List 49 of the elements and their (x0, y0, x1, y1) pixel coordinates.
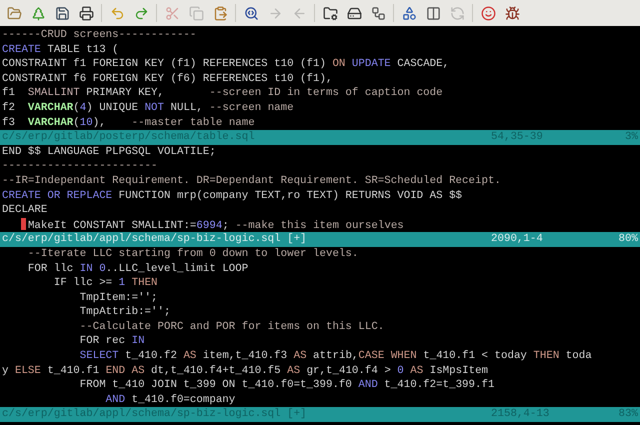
code-line: --Calculate PORC and POR for items on this LLC. (78, 320, 386, 334)
columns-icon (426, 6, 440, 20)
code-line: AND t_410.f0=company (104, 392, 236, 408)
folder-gear-icon (322, 6, 338, 20)
code-line: TmpItem:=''; (78, 290, 159, 306)
code-line: f1 SMALLINT PRIMARY KEY, --screen ID in terms of caption code (1, 86, 444, 101)
code-line: CREATE OR REPLACE FUNCTION mrp(company TEXT,ro TEXT) RETURNS VOID AS $$ (1, 188, 464, 204)
code-line: FROM t_410 JOIN t_399 ON t_410.f0=t_399.f0 AND t_410.f2=t_399.f1 (78, 378, 496, 393)
cursor-position: 2090,1-4 (491, 232, 544, 247)
code-line: END $$ LANGUAGE PLPGSQL VOLATILE; (1, 144, 217, 160)
scroll-percent: 80% (618, 232, 638, 247)
arrow-right-icon (268, 6, 282, 20)
code-line: CONSTRAINT f6 FOREIGN KEY (f6) REFERENCES t10 (f1), (1, 72, 334, 86)
tree-icon (30, 6, 46, 20)
printer-button[interactable] (77, 4, 95, 22)
smiley-button[interactable] (479, 4, 497, 22)
code-line: FOR llc IN 0..LLC_level_limit LOOP (26, 262, 250, 276)
drive-icon (346, 6, 362, 20)
code-line: --IR=Independant Requirement. DR=Dependant Requirement. SR=Scheduled Receipt. (1, 174, 502, 189)
code-line: SELECT t_410.f2 AS item,t_410.f3 AS attrib,CASE WHEN t_410.f1 < today THEN toda (78, 349, 593, 364)
smiley-icon (480, 6, 496, 20)
refresh-icon (450, 6, 464, 20)
file-path: c/s/erp/gitlab/appl/schema/sp-biz-logic.sql [+] (2, 232, 308, 247)
code-line: FOR rec IN (78, 334, 146, 350)
bug-icon (504, 6, 520, 20)
code-line: TmpAttrib:=''; (78, 305, 172, 320)
workflow-icon (370, 6, 386, 20)
code-line: f2 VARCHAR(4) UNIQUE NOT NULL, --screen name (1, 100, 295, 116)
bug-button[interactable] (503, 4, 521, 22)
clipboard-icon (212, 6, 228, 20)
save-icon (54, 6, 70, 20)
redo-icon (134, 6, 148, 20)
code-line: MakeIt CONSTANT SMALLINT:=6994; --make this item ourselves (0, 218, 640, 232)
undo-icon (110, 6, 124, 20)
code-line: f3 VARCHAR(10), --master table name (1, 116, 256, 130)
copy-icon (188, 6, 204, 20)
code-line: ------------------------ (1, 159, 159, 174)
printer-icon (78, 6, 94, 20)
code-line: IF llc >= 1 THEN (52, 276, 159, 291)
code-line: DECLARE (1, 203, 48, 218)
code-line: --Iterate LLC starting from 0 down to lower levels. (26, 246, 360, 262)
shapes-icon (402, 6, 416, 20)
scissors-icon (164, 6, 180, 20)
code-line: y ELSE t_410.f1 END AS dt,t_410.f4+t_410.f5 AS gr,t_410.f4 > 0 AS IsMpsItem (1, 364, 490, 378)
code-line: CREATE TABLE t13 ( (1, 42, 120, 58)
code-line: CONSTRAINT f1 FOREIGN KEY (f1) REFERENCES t10 (f1) ON UPDATE CASCADE, (1, 57, 450, 72)
folder-icon (6, 6, 22, 20)
search-icon (244, 6, 258, 20)
code-line: ------CRUD screens------------ (1, 28, 198, 43)
